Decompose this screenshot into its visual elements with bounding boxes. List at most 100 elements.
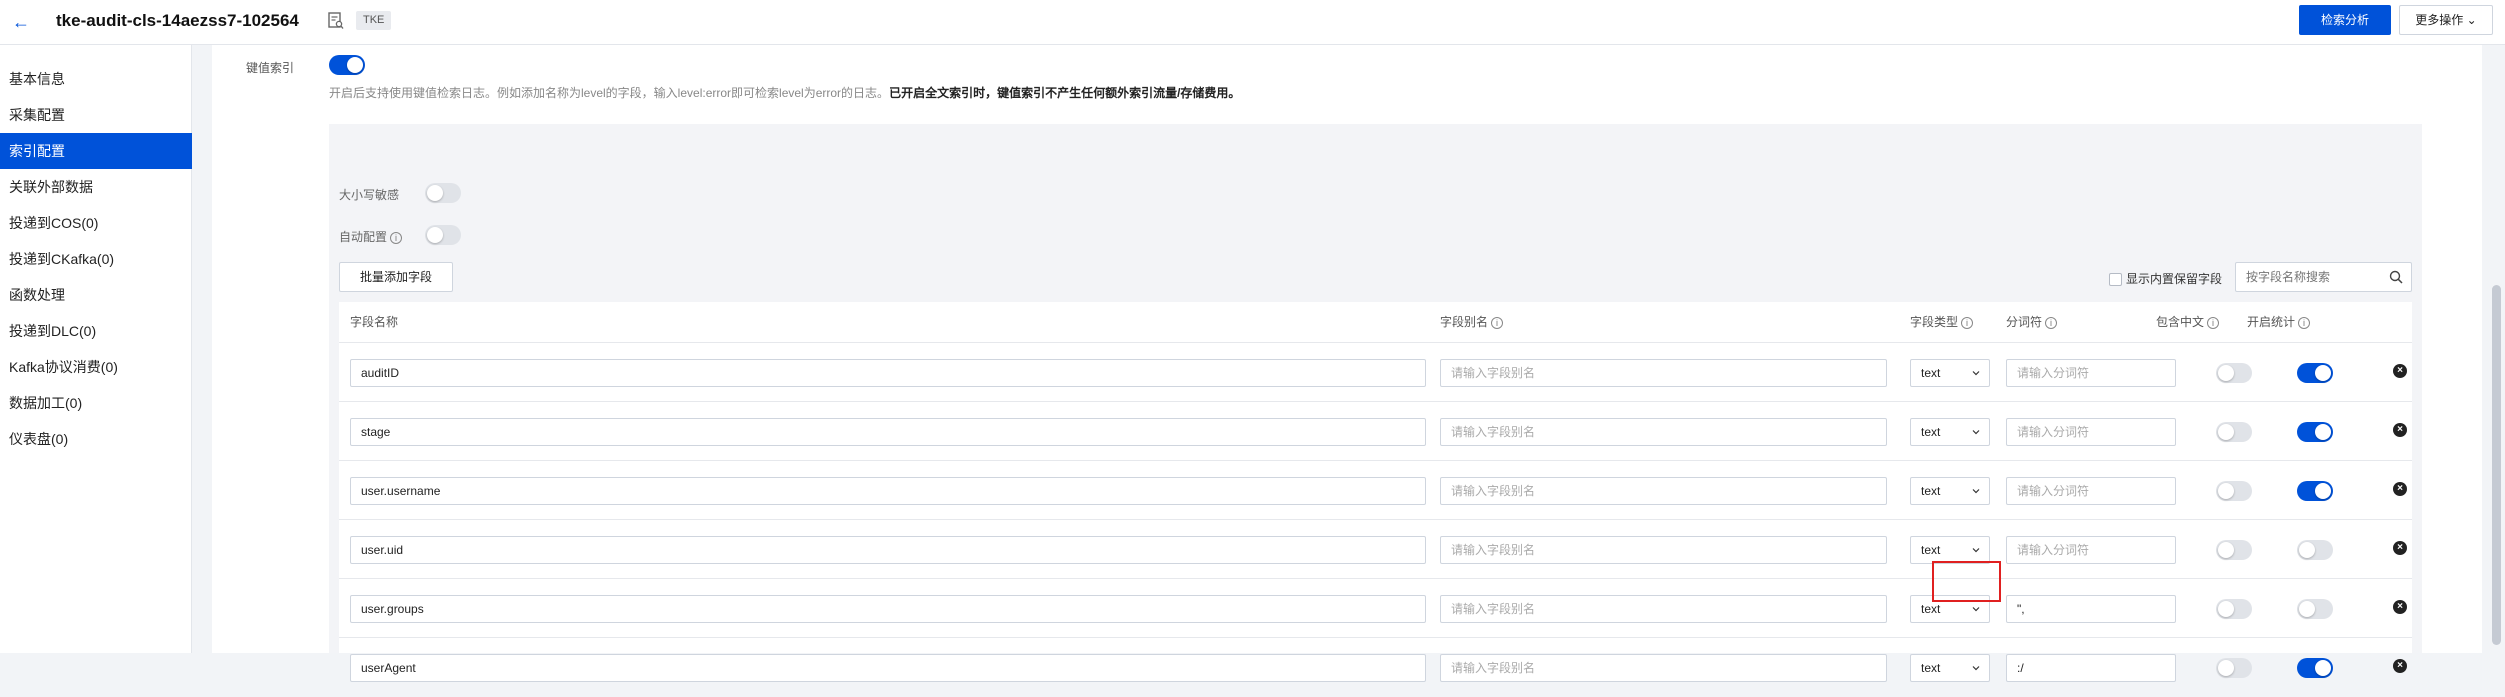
more-actions-button[interactable]: 更多操作 ⌄	[2399, 5, 2493, 35]
field-name-input[interactable]: user.uid	[350, 536, 1426, 564]
field-type-value: text	[1921, 661, 1941, 675]
field-alias-input[interactable]: 请输入字段别名	[1440, 595, 1887, 623]
page-scrollbar[interactable]	[2488, 45, 2505, 653]
info-icon[interactable]: i	[2298, 316, 2311, 329]
table-row: user.username 请输入字段别名 text 请输入分词符 ×	[339, 461, 2412, 520]
field-type-select[interactable]: text	[1910, 654, 1990, 682]
chevron-down-icon	[1972, 489, 1980, 494]
chinese-toggle[interactable]	[2216, 363, 2252, 383]
tokenizer-input[interactable]: ",	[2006, 595, 2176, 623]
tokenizer-input[interactable]: :/	[2006, 654, 2176, 682]
stats-toggle[interactable]	[2297, 422, 2333, 442]
col-header-tokenizer: 分词符 i	[2006, 302, 2058, 342]
back-arrow-icon[interactable]: ←	[12, 12, 30, 33]
sidebar-item-ship-cos[interactable]: 投递到COS(0)	[0, 205, 192, 241]
kv-index-toggle[interactable]	[329, 55, 365, 75]
field-type-select[interactable]: text	[1910, 359, 1990, 387]
case-sensitive-label: 大小写敏感	[339, 188, 400, 202]
case-sensitive-toggle[interactable]	[425, 183, 461, 203]
chinese-toggle[interactable]	[2216, 422, 2252, 442]
field-search-input[interactable]	[2236, 263, 2376, 291]
remove-field-icon[interactable]: ×	[2393, 541, 2407, 555]
tokenizer-input[interactable]: 请输入分词符	[2006, 359, 2176, 387]
stats-toggle[interactable]	[2297, 363, 2333, 383]
field-type-value: text	[1921, 484, 1941, 498]
field-alias-input[interactable]: 请输入字段别名	[1440, 418, 1887, 446]
field-alias-input[interactable]: 请输入字段别名	[1440, 359, 1887, 387]
remove-field-icon[interactable]: ×	[2393, 600, 2407, 614]
more-actions-label: 更多操作	[2415, 13, 2464, 27]
info-icon[interactable]: i	[2045, 316, 2058, 329]
sidebar-item-data-processing[interactable]: 数据加工(0)	[0, 385, 192, 421]
stats-toggle[interactable]	[2297, 481, 2333, 501]
chinese-toggle[interactable]	[2216, 540, 2252, 560]
scrollbar-thumb[interactable]	[2492, 285, 2501, 645]
kv-index-description-bold: 已开启全文索引时，键值索引不产生任何额外索引流量/存储费用。	[889, 86, 1241, 100]
tokenizer-input[interactable]: 请输入分词符	[2006, 477, 2176, 505]
remove-field-icon[interactable]: ×	[2393, 364, 2407, 378]
info-icon[interactable]: i	[2207, 316, 2220, 329]
field-alias-input[interactable]: 请输入字段别名	[1440, 536, 1887, 564]
info-icon[interactable]: i	[1961, 316, 1974, 329]
search-analysis-button[interactable]: 检索分析	[2299, 5, 2391, 35]
search-icon[interactable]	[2389, 270, 2403, 284]
table-row: stage 请输入字段别名 text 请输入分词符 ×	[339, 402, 2412, 461]
tokenizer-input[interactable]: 请输入分词符	[2006, 536, 2176, 564]
kv-index-description: 开启后支持使用键值检索日志。例如添加名称为level的字段，输入level:er…	[329, 84, 1240, 101]
show-builtin-fields[interactable]: 显示内置保留字段	[2109, 270, 2222, 287]
field-type-select[interactable]: text	[1910, 477, 1990, 505]
stats-toggle[interactable]	[2297, 599, 2333, 619]
col-header-alias: 字段别名 i	[1440, 302, 1504, 342]
field-search[interactable]	[2235, 262, 2412, 292]
sidebar-item-basic-info[interactable]: 基本信息	[0, 61, 192, 97]
info-icon[interactable]: i	[1491, 316, 1504, 329]
auto-config-toggle[interactable]	[425, 225, 461, 245]
main-content: 键值索引 开启后支持使用键值检索日志。例如添加名称为level的字段，输入lev…	[212, 45, 2482, 682]
remove-field-icon[interactable]: ×	[2393, 423, 2407, 437]
field-type-select[interactable]: text	[1910, 418, 1990, 446]
chevron-down-icon	[1972, 666, 1980, 671]
sidebar-item-index-config[interactable]: 索引配置	[0, 133, 192, 169]
sidebar-item-external-data[interactable]: 关联外部数据	[0, 169, 192, 205]
batch-add-fields-button[interactable]: 批量添加字段	[339, 262, 453, 292]
show-builtin-checkbox[interactable]	[2109, 273, 2122, 287]
field-name-input[interactable]: stage	[350, 418, 1426, 446]
sidebar-item-ship-ckafka[interactable]: 投递到CKafka(0)	[0, 241, 192, 277]
field-name-input[interactable]: auditID	[350, 359, 1426, 387]
table-row: userAgent 请输入字段别名 text :/ ×	[339, 638, 2412, 697]
col-header-chinese: 包含中文 i	[2156, 302, 2220, 342]
document-search-icon[interactable]	[328, 12, 344, 30]
product-tag: TKE	[356, 11, 392, 30]
remove-field-icon[interactable]: ×	[2393, 482, 2407, 496]
page-title: tke-audit-cls-14aezss7-102564	[56, 11, 299, 30]
sidebar-item-function[interactable]: 函数处理	[0, 277, 192, 313]
stats-toggle[interactable]	[2297, 658, 2333, 678]
field-name-input[interactable]: user.username	[350, 477, 1426, 505]
remove-field-icon[interactable]: ×	[2393, 659, 2407, 673]
sidebar-item-ship-dlc[interactable]: 投递到DLC(0)	[0, 313, 192, 349]
sidebar: 基本信息 采集配置 索引配置 关联外部数据 投递到COS(0) 投递到CKafk…	[0, 45, 192, 653]
col-header-alias-text: 字段别名	[1440, 315, 1489, 329]
sidebar-item-dashboard[interactable]: 仪表盘(0)	[0, 421, 192, 457]
field-name-input[interactable]: userAgent	[350, 654, 1426, 682]
sidebar-item-kafka-consume[interactable]: Kafka协议消费(0)	[0, 349, 192, 385]
sidebar-item-collection-config[interactable]: 采集配置	[0, 97, 192, 133]
tokenizer-input[interactable]: 请输入分词符	[2006, 418, 2176, 446]
info-icon[interactable]: i	[390, 231, 403, 244]
table-row: user.uid 请输入字段别名 text 请输入分词符 ×	[339, 520, 2412, 579]
col-header-type: 字段类型 i	[1910, 302, 1974, 342]
field-type-value: text	[1921, 366, 1941, 380]
chinese-toggle[interactable]	[2216, 481, 2252, 501]
chinese-toggle[interactable]	[2216, 599, 2252, 619]
field-alias-input[interactable]: 请输入字段别名	[1440, 654, 1887, 682]
field-type-value: text	[1921, 425, 1941, 439]
field-type-select[interactable]: text	[1910, 536, 1990, 564]
field-alias-input[interactable]: 请输入字段别名	[1440, 477, 1887, 505]
fields-table: 字段名称 字段别名 i 字段类型 i 分词符 i 包含中文 i 开启统计 i auditI…	[339, 302, 2412, 682]
col-header-stats: 开启统计 i	[2247, 302, 2311, 342]
col-header-name: 字段名称	[350, 315, 399, 329]
chinese-toggle[interactable]	[2216, 658, 2252, 678]
stats-toggle[interactable]	[2297, 540, 2333, 560]
auto-config-text: 自动配置	[339, 230, 388, 244]
field-name-input[interactable]: user.groups	[350, 595, 1426, 623]
